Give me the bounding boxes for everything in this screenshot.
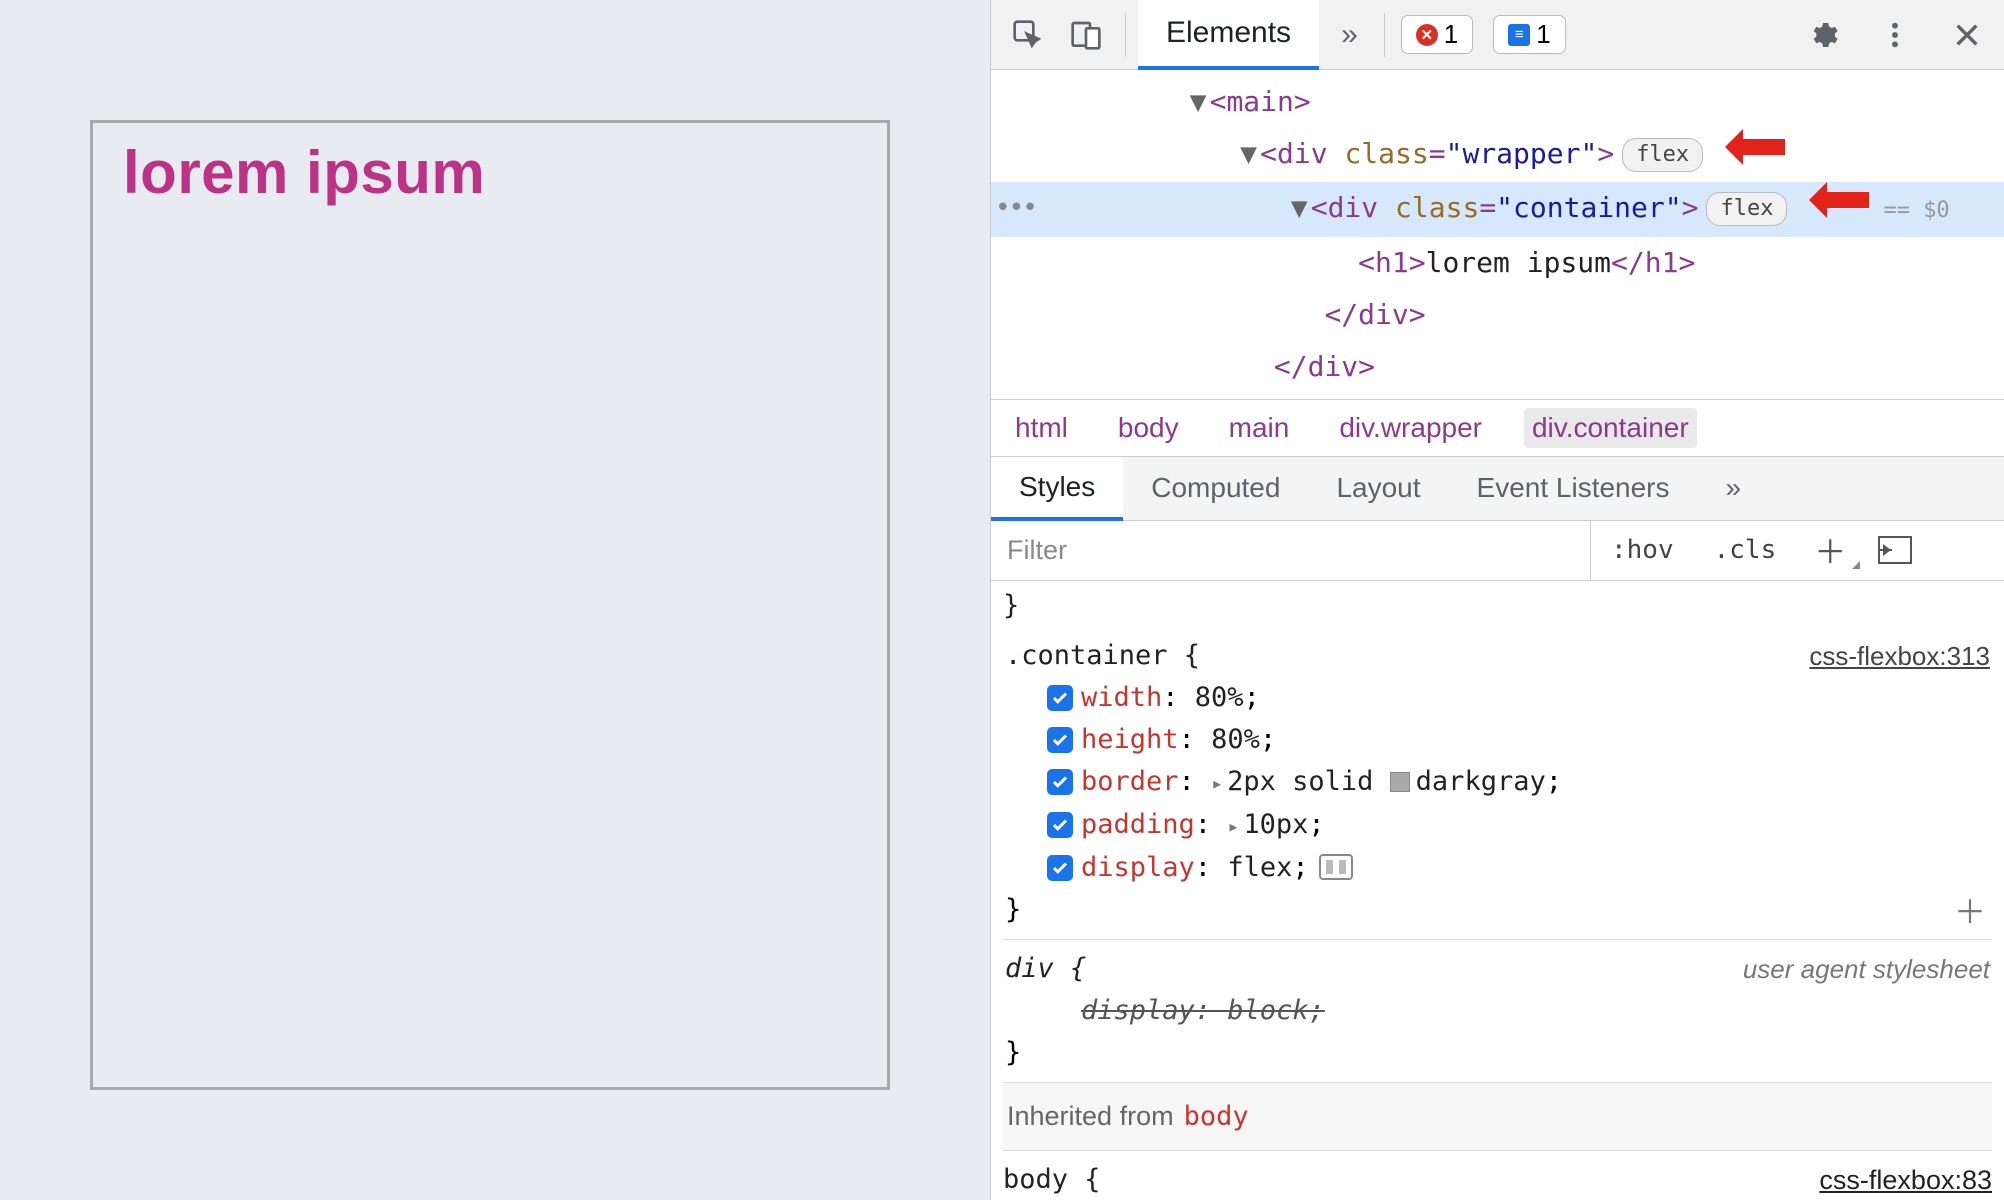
prop-padding[interactable]: padding: ▸10px; xyxy=(1005,804,1990,847)
rule-div-ua: user agent stylesheet div { display: blo… xyxy=(1003,940,1992,1083)
prop-width[interactable]: width: 80%; xyxy=(1005,677,1990,719)
page-preview: lorem ipsum xyxy=(0,0,990,1200)
flex-badge[interactable]: flex xyxy=(1706,192,1787,226)
dom-node-container[interactable]: ••• ▼<div class="container">flex== $0 xyxy=(991,182,2004,237)
hov-toggle[interactable]: :hov xyxy=(1591,535,1694,565)
console-errors-badge[interactable]: ✕ 1 xyxy=(1401,15,1473,54)
crumb-wrapper[interactable]: div.wrapper xyxy=(1331,408,1490,448)
kebab-menu-icon[interactable] xyxy=(1868,8,1922,62)
issue-icon: ≡ xyxy=(1508,24,1530,46)
tab-elements[interactable]: Elements xyxy=(1138,0,1319,70)
color-swatch[interactable] xyxy=(1390,772,1410,792)
rule-source-link[interactable]: css-flexbox:313 xyxy=(1809,635,1990,677)
crumb-main[interactable]: main xyxy=(1221,408,1298,448)
settings-icon[interactable] xyxy=(1796,8,1850,62)
styles-filter-bar: :hov .cls ＋ xyxy=(991,521,2004,581)
rule-source-link[interactable]: css-flexbox:83 xyxy=(1819,1159,1992,1200)
prop-height[interactable]: height: 80%; xyxy=(1005,719,1990,761)
dom-node-wrapper[interactable]: ▼<div class="wrapper">flex xyxy=(991,128,2004,182)
prop-display-ua: display: block; xyxy=(1005,990,1990,1032)
inherited-from-section: Inherited frombody xyxy=(1003,1083,1992,1151)
breadcrumb: html body main div.wrapper div.container xyxy=(991,399,2004,457)
rule-source-ua: user agent stylesheet xyxy=(1743,948,1990,990)
annotation-arrow-icon xyxy=(1725,129,1785,182)
line-actions-icon[interactable]: ••• xyxy=(995,182,1036,234)
preview-heading: lorem ipsum xyxy=(123,138,857,207)
divider xyxy=(1384,13,1385,57)
crumb-container[interactable]: div.container xyxy=(1524,408,1697,448)
flex-badge[interactable]: flex xyxy=(1622,138,1703,172)
prop-border[interactable]: border: ▸2px solid darkgray; xyxy=(1005,761,1990,804)
prop-toggle-checkbox[interactable] xyxy=(1047,812,1073,838)
rule-container[interactable]: css-flexbox:313 .container { width: 80%;… xyxy=(1003,627,1992,940)
error-count: 1 xyxy=(1444,19,1458,50)
console-issues-badge[interactable]: ≡ 1 xyxy=(1493,15,1565,54)
prop-toggle-checkbox[interactable] xyxy=(1047,685,1073,711)
cls-toggle[interactable]: .cls xyxy=(1694,535,1797,565)
issue-count: 1 xyxy=(1536,19,1550,50)
more-tabs-icon[interactable]: » xyxy=(1323,18,1376,52)
rule-body-partial[interactable]: css-flexbox:83 body { xyxy=(1003,1151,1992,1200)
inspect-icon[interactable] xyxy=(1001,8,1055,62)
dom-node-h1[interactable]: <h1>lorem ipsum</h1> xyxy=(991,237,2004,289)
crumb-body[interactable]: body xyxy=(1110,408,1187,448)
expand-shorthand-icon[interactable]: ▸ xyxy=(1211,771,1223,795)
subtab-computed[interactable]: Computed xyxy=(1123,456,1308,520)
rule-close-brace: } xyxy=(1005,1032,1990,1074)
prop-display[interactable]: display: flex; xyxy=(1005,847,1990,889)
crumb-html[interactable]: html xyxy=(1007,408,1076,448)
divider xyxy=(1125,13,1126,57)
flexbox-editor-icon[interactable] xyxy=(1319,854,1353,880)
styles-rules: } css-flexbox:313 .container { width: 80… xyxy=(991,581,2004,1200)
styles-filter-input[interactable] xyxy=(991,521,1591,580)
prop-toggle-checkbox[interactable] xyxy=(1047,855,1073,881)
selected-marker: == $0 xyxy=(1883,198,1949,223)
annotation-arrow-icon xyxy=(1809,182,1869,235)
rule-close-brace: } xyxy=(1005,889,1990,931)
device-toggle-icon[interactable] xyxy=(1059,8,1113,62)
add-property-button[interactable]: ＋ xyxy=(1954,891,1986,933)
subtab-layout[interactable]: Layout xyxy=(1308,456,1448,520)
subtab-event-listeners[interactable]: Event Listeners xyxy=(1449,456,1698,520)
computed-sidebar-toggle-icon[interactable] xyxy=(1878,536,1912,564)
dom-node-main[interactable]: ▼<main> xyxy=(991,76,2004,128)
styles-subtabs: Styles Computed Layout Event Listeners » xyxy=(991,457,2004,521)
more-subtabs-icon[interactable]: » xyxy=(1698,456,1770,520)
container-box: lorem ipsum xyxy=(90,120,890,1090)
error-icon: ✕ xyxy=(1416,24,1438,46)
subtab-styles[interactable]: Styles xyxy=(991,457,1123,521)
rule-selector[interactable]: body { xyxy=(1003,1164,1101,1195)
new-style-rule-button[interactable]: ＋ xyxy=(1796,527,1864,573)
devtools-panel: Elements » ✕ 1 ≡ 1 ▼<main> xyxy=(990,0,2004,1200)
dom-tree[interactable]: ▼<main> ▼<div class="wrapper">flex ••• ▼… xyxy=(991,70,2004,399)
prop-toggle-checkbox[interactable] xyxy=(1047,727,1073,753)
close-icon[interactable] xyxy=(1940,8,1994,62)
prop-toggle-checkbox[interactable] xyxy=(1047,769,1073,795)
dom-node-container-close[interactable]: </div> xyxy=(991,289,2004,341)
devtools-toolbar: Elements » ✕ 1 ≡ 1 xyxy=(991,0,2004,70)
expand-shorthand-icon[interactable]: ▸ xyxy=(1227,814,1239,838)
dom-node-wrapper-close[interactable]: </div> xyxy=(991,341,2004,393)
rule-brace-close: } xyxy=(1003,585,1992,627)
inherited-from-tag[interactable]: body xyxy=(1184,1101,1249,1132)
